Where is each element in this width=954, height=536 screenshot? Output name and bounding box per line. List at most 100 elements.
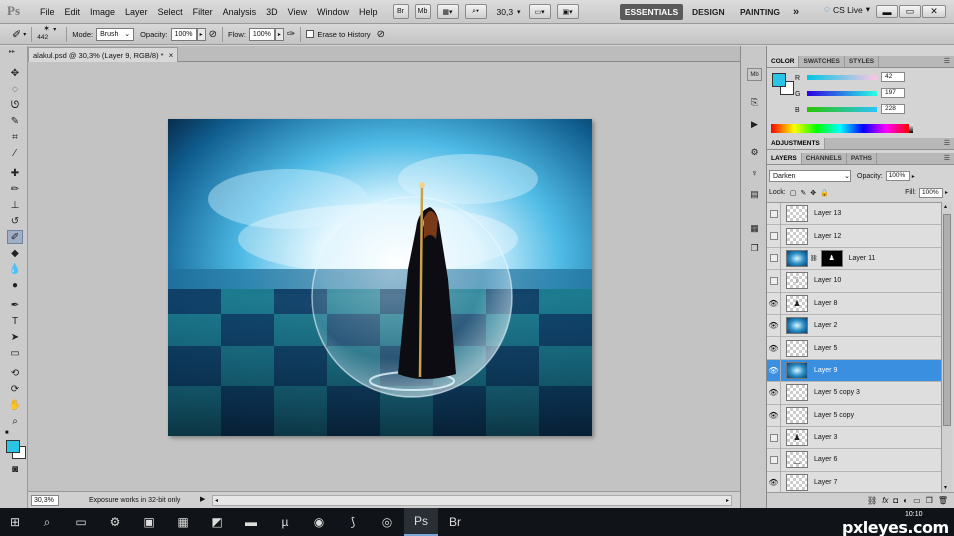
eye-icon[interactable]: 👁	[767, 471, 781, 492]
settings-icon[interactable]: ⚙	[98, 508, 132, 536]
browser-icon[interactable]: ◉	[302, 508, 336, 536]
scroll-right-icon[interactable]: ▸	[726, 497, 729, 504]
path-selection-tool-icon[interactable]: ➤	[7, 330, 23, 344]
eye-icon[interactable]: 👁	[767, 359, 781, 382]
mode-select[interactable]: Brush ⌄	[96, 27, 135, 41]
visibility-toggle[interactable]	[767, 269, 781, 292]
zoom-percent-field[interactable]: 30,3%	[31, 494, 59, 506]
search-icon[interactable]: ⌕	[30, 508, 64, 536]
close-button[interactable]: ✕	[922, 5, 946, 18]
menu-help[interactable]: Help	[354, 0, 383, 24]
visibility-toggle[interactable]	[767, 247, 781, 270]
zoom-dropdown-icon[interactable]: ▾	[517, 8, 521, 16]
visibility-toggle[interactable]	[767, 426, 781, 449]
calculator-icon[interactable]: ▦	[166, 508, 200, 536]
tab-channels[interactable]: CHANNELS	[802, 153, 847, 164]
layer-row[interactable]: 👁 Layer 7	[767, 471, 941, 492]
move-tool-icon[interactable]: ✥	[7, 66, 23, 80]
fill-input[interactable]: 100%	[918, 187, 943, 198]
panel-menu-icon[interactable]: ☰	[944, 139, 950, 147]
layer-row[interactable]: 👁 Layer 5 copy	[767, 404, 941, 427]
horizontal-scrollbar[interactable]: ◂ ▸	[212, 495, 732, 506]
layer-row-selected[interactable]: 👁 Layer 9	[767, 359, 941, 383]
cs-live-button[interactable]: ◌ CS Live ▾	[824, 4, 870, 15]
layer-row[interactable]: Layer 13	[767, 203, 941, 226]
status-menu-arrow-icon[interactable]: ▶	[200, 495, 205, 503]
brush-presets-panel-icon[interactable]: ▤	[747, 188, 762, 201]
layer-row[interactable]: 👁 Layer 5	[767, 337, 941, 360]
history-brush-tool-icon[interactable]: ↺	[7, 214, 23, 228]
blend-mode-select[interactable]: Darken ⌄	[769, 170, 851, 182]
clone-stamp-tool-icon[interactable]: ⊥	[7, 198, 23, 212]
blue-slider[interactable]	[807, 107, 877, 112]
scroll-left-icon[interactable]: ◂	[215, 497, 218, 504]
scroll-down-icon[interactable]: ▾	[944, 484, 947, 491]
layer-mask-thumbnail[interactable]: ♟	[820, 249, 843, 267]
eye-icon[interactable]: 👁	[767, 404, 781, 427]
canvas-area[interactable]	[28, 62, 740, 491]
layers-vertical-scrollbar[interactable]: ▴ ▾	[941, 202, 952, 492]
add-mask-icon[interactable]: ◘	[893, 496, 898, 505]
tab-styles[interactable]: STYLES	[845, 56, 880, 67]
visibility-toggle[interactable]	[767, 449, 781, 471]
marquee-tool-icon[interactable]: ◌	[7, 82, 23, 96]
flow-input[interactable]: 100%	[248, 27, 275, 41]
adjust-panel-icon[interactable]: ⚙	[747, 146, 762, 159]
red-slider[interactable]	[807, 75, 877, 80]
scroll-thumb[interactable]	[943, 214, 951, 426]
opacity-slider-button[interactable]: ▸	[196, 27, 206, 41]
foreground-color-swatch[interactable]	[6, 440, 20, 453]
layer-style-icon[interactable]: fx	[882, 496, 888, 505]
link-layers-icon[interactable]: ⛓	[867, 496, 877, 505]
fill-slider-icon[interactable]: ▸	[945, 189, 948, 196]
menu-file[interactable]: File	[35, 0, 60, 24]
color-foreground-swatch[interactable]	[772, 73, 786, 87]
chevron-down-icon[interactable]: ▾	[23, 31, 26, 38]
eye-icon[interactable]: 👁	[767, 314, 781, 337]
panel-menu-icon[interactable]: ☰	[944, 154, 950, 162]
minimize-button[interactable]: ▬	[876, 5, 898, 18]
tab-swatches[interactable]: SWATCHES	[799, 56, 845, 67]
layer-row[interactable]: 👁 Layer 2	[767, 314, 941, 338]
workspace-painting[interactable]: PAINTING	[740, 4, 780, 20]
app-icon[interactable]: ◩	[200, 508, 234, 536]
gradient-tool-icon[interactable]: ◆	[7, 246, 23, 260]
store-icon[interactable]: ▣	[132, 508, 166, 536]
bridge-taskbar-icon[interactable]: Br	[438, 508, 472, 536]
menu-image[interactable]: Image	[85, 0, 120, 24]
delete-layer-icon[interactable]: 🗑	[938, 496, 948, 505]
utorrent-icon[interactable]: µ	[268, 508, 302, 536]
workspace-more[interactable]: »	[793, 4, 799, 20]
adjustment-layer-icon[interactable]: ◐	[903, 496, 908, 505]
menu-3d[interactable]: 3D	[261, 0, 283, 24]
spot-healing-tool-icon[interactable]: ✚	[7, 166, 23, 180]
3d-rotate-tool-icon[interactable]: ⟲	[7, 366, 23, 380]
airbrush-icon[interactable]: ✑	[287, 29, 295, 40]
screen-mode-button[interactable]: ▣▾	[556, 4, 579, 19]
menu-window[interactable]: Window	[312, 0, 354, 24]
green-slider[interactable]	[807, 91, 877, 96]
crop-tool-icon[interactable]: ⌗	[7, 130, 23, 144]
document-tab[interactable]: alakul.psd @ 30,3% (Layer 9, RGB/8) * ×	[28, 47, 179, 62]
restore-button[interactable]: ▭	[899, 5, 921, 18]
type-tool-icon[interactable]: T	[7, 314, 23, 328]
dodge-tool-icon[interactable]: ●	[7, 278, 23, 292]
eye-icon[interactable]: 👁	[767, 337, 781, 360]
workspace-design[interactable]: DESIGN	[692, 4, 725, 20]
erase-history-checkbox[interactable]	[306, 30, 315, 38]
layer-row[interactable]: ⛓ ♟ Layer 11	[767, 247, 941, 271]
minibridge-panel-icon[interactable]: Mb	[747, 68, 762, 81]
notes-panel-icon[interactable]: ▦	[747, 222, 762, 235]
red-value[interactable]: 42	[881, 72, 905, 82]
quick-mask-icon[interactable]: ◙	[7, 462, 23, 476]
brush-preset-picker[interactable]: ✶ 442 ▾	[37, 24, 61, 44]
pressure-size-icon[interactable]: ⊘	[377, 29, 385, 40]
panel-menu-icon[interactable]: ☰	[944, 57, 950, 65]
menu-layer[interactable]: Layer	[120, 0, 153, 24]
pressure-opacity-icon[interactable]: ⊘	[209, 29, 217, 40]
arrange-documents-button[interactable]: ▭▾	[528, 4, 551, 19]
blur-tool-icon[interactable]: 💧	[7, 262, 23, 276]
actions-panel-icon[interactable]: ▶	[747, 118, 762, 131]
tab-color[interactable]: COLOR	[767, 56, 800, 67]
opacity-slider-icon[interactable]: ▸	[912, 173, 915, 180]
